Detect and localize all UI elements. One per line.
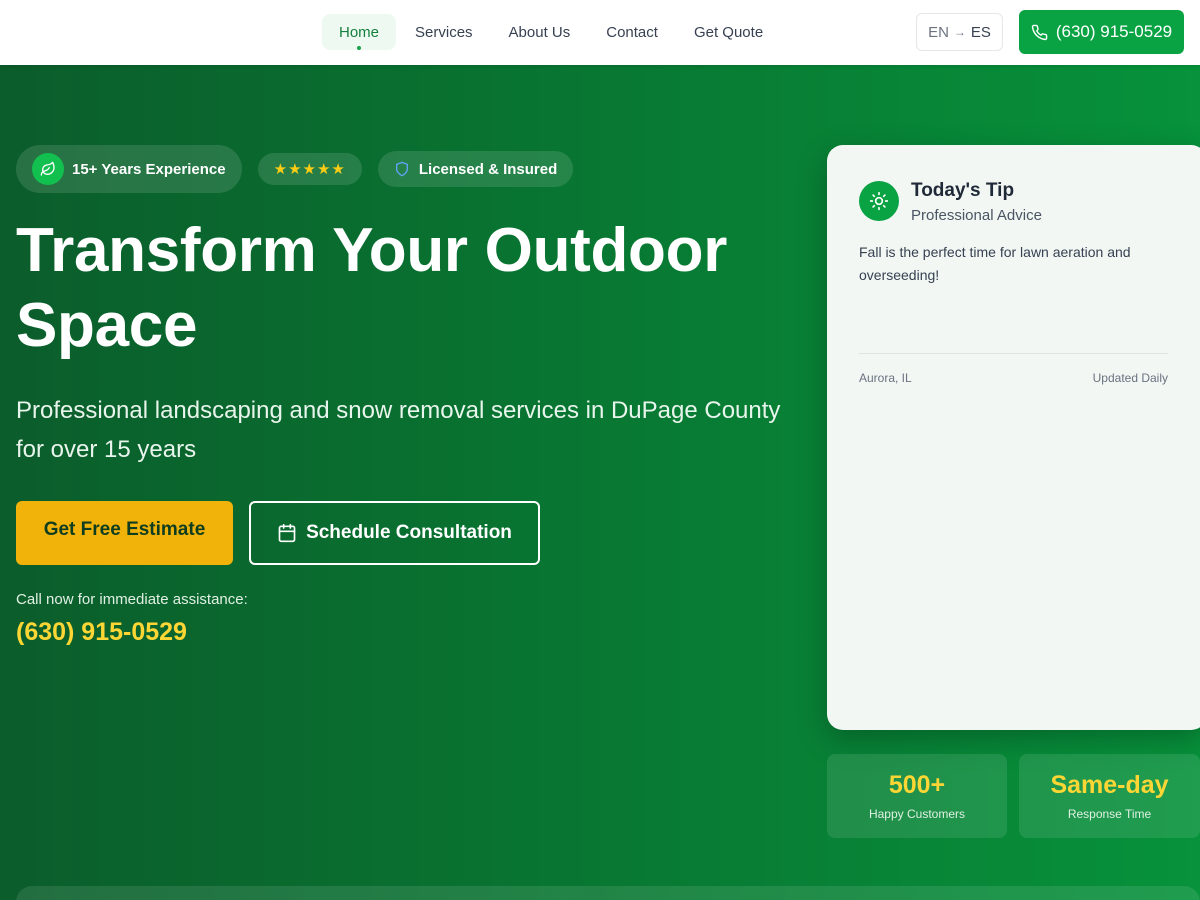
site-header: Home Services About Us Contact Get Quote… — [0, 0, 1200, 65]
licensed-badge-label: Licensed & Insured — [418, 160, 558, 178]
tip-title: Today's Tip — [911, 180, 1015, 201]
header-call-button[interactable]: (630) 915-0529 — [1019, 10, 1184, 54]
call-note: Call now for immediate assistance: — [16, 591, 248, 608]
hero-phone-link[interactable]: (630) 915-0529 — [16, 618, 187, 647]
nav-contact[interactable]: Contact — [589, 14, 675, 50]
stat-value: Same-day — [1050, 771, 1169, 799]
star-icon: ★ — [302, 160, 316, 178]
hero-headline: Transform Your Outdoor Space — [16, 216, 728, 360]
language-target: ES — [970, 23, 991, 41]
hero-section: 15+ Years Experience ★ ★ ★ ★ ★ Licensed … — [0, 65, 1200, 900]
star-icon: ★ — [316, 160, 331, 178]
language-toggle[interactable]: EN → ES — [916, 13, 1003, 51]
star-icon: ★ — [273, 160, 288, 178]
get-free-estimate-button[interactable]: Get Free Estimate — [16, 501, 233, 565]
tip-divider — [859, 353, 1168, 354]
leaf-icon — [32, 153, 64, 185]
stat-response-time: Same-day Response Time — [1019, 754, 1200, 838]
nav-get-quote[interactable]: Get Quote — [677, 14, 780, 50]
calendar-icon — [277, 523, 297, 543]
star-icon: ★ — [288, 160, 302, 178]
bottom-panel — [16, 886, 1200, 900]
language-arrow-icon: → — [953, 25, 966, 39]
stat-happy-customers: 500+ Happy Customers — [827, 754, 1007, 838]
language-current: EN — [928, 23, 949, 41]
tip-body: Fall is the perfect time for lawn aerati… — [859, 244, 1131, 283]
nav-home[interactable]: Home — [322, 14, 397, 50]
tip-subtitle: Professional Advice — [911, 207, 1042, 224]
rating-badge: ★ ★ ★ ★ ★ — [257, 153, 362, 185]
licensed-badge: Licensed & Insured — [377, 151, 574, 187]
tip-updated: Updated Daily — [1092, 371, 1168, 385]
experience-badge-label: 15+ Years Experience — [72, 160, 226, 178]
experience-badge: 15+ Years Experience — [16, 145, 242, 193]
phone-icon — [1031, 24, 1048, 41]
sun-icon — [859, 181, 899, 221]
main-nav: Home Services About Us Contact Get Quote — [322, 14, 782, 50]
trust-badges: 15+ Years Experience ★ ★ ★ ★ ★ Licensed … — [16, 145, 574, 193]
schedule-consultation-label: Schedule Consultation — [306, 522, 512, 543]
nav-about-us[interactable]: About Us — [492, 14, 588, 50]
shield-icon — [394, 161, 410, 177]
todays-tip-card: Today's Tip Professional Advice Fall is … — [827, 145, 1200, 730]
schedule-consultation-button[interactable]: Schedule Consultation — [249, 501, 540, 565]
nav-services[interactable]: Services — [398, 14, 490, 50]
hero-subheadline: Professional landscaping and snow remova… — [16, 397, 781, 463]
stat-label: Happy Customers — [868, 807, 966, 821]
stat-value: 500+ — [888, 771, 946, 799]
star-icon: ★ — [331, 160, 345, 178]
stat-label: Response Time — [1067, 807, 1152, 821]
tip-location: Aurora, IL — [859, 371, 912, 385]
header-phone-number: (630) 915-0529 — [1055, 22, 1173, 41]
